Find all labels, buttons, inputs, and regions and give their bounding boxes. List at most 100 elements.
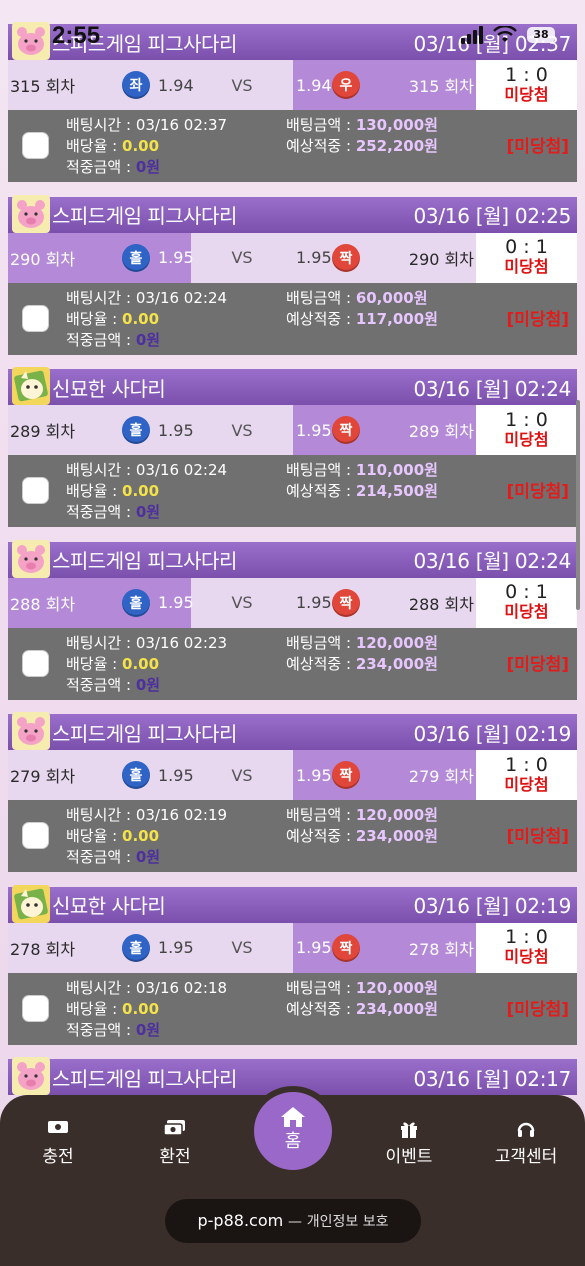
nav-charge-label: 충전 — [42, 1147, 74, 1167]
round-label: 290 회차 — [408, 249, 474, 269]
bet-detail-row: 배팅시간 : 03/16 02:23 배당율 : 0.00 적중금액 : 0원 배팅금… — [8, 627, 577, 700]
match-row: 278 회차 홀 1.95 VS 1.95 짝 278 회차 1 : 0 미당첨 — [8, 922, 577, 973]
pick-badge: 홀 — [122, 933, 150, 962]
bet-detail-right: 배팅금액 : 130,000원 예상적중 : 252,200원 — [286, 115, 438, 157]
vs-label: VS — [231, 420, 253, 440]
bet-status-badge: [미당첨] — [506, 827, 569, 847]
score: 1 : 0 — [505, 753, 548, 776]
game-date: 03/16 [월] 02:19 — [413, 721, 572, 746]
left-side-option[interactable]: 288 회차 홀 1.95 — [8, 577, 194, 628]
bet-status-badge: [미당첨] — [506, 309, 569, 330]
game-title: 신묘한 사다리 — [52, 376, 166, 401]
result-box: 1 : 0 미당첨 — [476, 405, 577, 455]
pick-badge: 좌 — [122, 71, 150, 99]
vs-label: VS — [231, 248, 253, 267]
win-label: 적중금액 : — [66, 330, 132, 349]
odds-value: 1.95 — [296, 593, 332, 612]
game-date: 03/16 [월] 02:37 — [413, 31, 572, 56]
bet-time-label: 배팅시간 : — [66, 806, 132, 824]
left-side-option[interactable]: 278 회차 홀 1.95 — [8, 923, 194, 973]
bet-card: 신묘한 사다리 03/16 [월] 02:19 278 회차 홀 1.95 VS 1.95 짝… — [8, 884, 577, 1045]
bet-detail-right: 배팅금액 : 120,000원 예상적중 : 234,000원 — [286, 805, 438, 847]
browser-url-bar[interactable]: p-p88.com — 개인정보 보호 — [165, 1199, 421, 1243]
left-side-option[interactable]: 290 회차 홀 1.95 — [8, 232, 194, 283]
right-side-option[interactable]: 1.95 짝 288 회차 — [293, 578, 476, 628]
card-header: 스피드게임 피그사다리 03/16 [월] 02:37 — [8, 22, 577, 60]
pig-avatar-icon — [12, 194, 50, 233]
expected-label: 예상적중 : — [286, 482, 352, 500]
bet-card: 스피드게임 피그사다리 03/16 [월] 02:25 290 회차 홀 1.95 VS 1… — [8, 194, 577, 355]
result-box: 1 : 0 미당첨 — [476, 750, 577, 800]
nav-support[interactable]: 고객센터 — [481, 1119, 571, 1167]
card-header: 스피드게임 피그사다리 03/16 [월] 02:19 — [8, 712, 577, 750]
scrollbar[interactable] — [576, 400, 580, 610]
select-checkbox[interactable] — [22, 994, 49, 1022]
bet-detail-row: 배팅시간 : 03/16 02:19 배당율 : 0.00 적중금액 : 0원 배팅금… — [8, 800, 577, 872]
win-label: 적중금액 : — [66, 1020, 132, 1039]
round-label: 290 회차 — [10, 249, 76, 269]
cat-avatar-icon — [12, 884, 50, 923]
vs-label: VS — [231, 75, 253, 95]
result-box: 0 : 1 미당첨 — [476, 232, 577, 283]
nav-event[interactable]: 이벤트 — [364, 1119, 454, 1167]
left-side-option[interactable]: 315 회차 좌 1.94 — [8, 60, 194, 110]
game-date: 03/16 [월] 02:24 — [413, 549, 572, 573]
round-label: 279 회차 — [10, 767, 76, 786]
right-side-option[interactable]: 1.95 짝 279 회차 — [293, 750, 476, 800]
right-side-option[interactable]: 1.94 우 315 회차 — [293, 60, 476, 110]
bet-time-label: 배팅시간 : — [66, 633, 132, 652]
rate-label: 배당율 : — [66, 137, 118, 155]
left-side-option[interactable]: 279 회차 홀 1.95 — [8, 750, 194, 800]
game-avatar — [12, 712, 50, 750]
money-exchange-icon — [130, 1119, 220, 1139]
nav-exchange[interactable]: 환전 — [130, 1119, 220, 1167]
result-box: 0 : 1 미당첨 — [476, 577, 577, 628]
game-avatar — [12, 22, 50, 60]
game-title: 스피드게임 피그사다리 — [52, 31, 237, 56]
odds-value: 1.95 — [158, 593, 194, 612]
bet-detail-left: 배팅시간 : 03/16 02:24 배당율 : 0.00 적중금액 : 0원 — [66, 460, 227, 523]
win-value: 0원 — [135, 848, 161, 866]
round-label: 288 회차 — [10, 594, 76, 614]
win-label: 적중금액 : — [66, 675, 132, 694]
right-side-option[interactable]: 1.95 짝 278 회차 — [293, 922, 476, 973]
headset-icon — [481, 1119, 571, 1139]
left-side-option[interactable]: 289 회차 홀 1.95 — [8, 405, 194, 455]
select-checkbox[interactable] — [22, 649, 49, 677]
select-checkbox[interactable] — [22, 822, 49, 849]
bet-detail-right: 배팅금액 : 120,000원 예상적중 : 234,000원 — [286, 978, 438, 1020]
nav-home-label: 홈 — [284, 1131, 302, 1152]
odds-value: 1.95 — [158, 938, 194, 957]
expected-value: 234,000원 — [355, 827, 438, 845]
nav-charge[interactable]: 충전 — [13, 1119, 103, 1167]
card-header: 스피드게임 피그사다리 03/16 [월] 02:25 — [8, 194, 577, 233]
select-checkbox[interactable] — [22, 477, 49, 504]
pig-avatar-icon — [12, 712, 50, 750]
bet-time-label: 배팅시간 : — [66, 978, 132, 997]
game-avatar — [12, 194, 50, 233]
rate-label: 배당율 : — [66, 482, 118, 500]
game-date: 03/16 [월] 02:25 — [413, 204, 572, 228]
round-label: 315 회차 — [408, 77, 474, 96]
game-avatar — [12, 884, 50, 923]
bet-status-badge: [미당첨] — [506, 999, 569, 1020]
pick-badge: 홀 — [122, 761, 150, 789]
round-label: 289 회차 — [10, 422, 76, 441]
select-checkbox[interactable] — [22, 132, 49, 159]
pig-avatar-icon — [12, 22, 50, 60]
win-value: 0원 — [135, 1020, 161, 1039]
vs-label: VS — [231, 938, 253, 957]
expected-value: 234,000원 — [355, 999, 438, 1018]
game-date: 03/16 [월] 02:24 — [413, 376, 572, 401]
game-avatar — [12, 367, 50, 405]
nav-exchange-label: 환전 — [159, 1147, 191, 1167]
amount-value: 110,000원 — [355, 461, 438, 479]
url-separator: — — [287, 1214, 302, 1230]
bet-detail-row: 배팅시간 : 03/16 02:24 배당율 : 0.00 적중금액 : 0원 배팅금… — [8, 455, 577, 527]
right-side-option[interactable]: 1.95 짝 290 회차 — [293, 233, 476, 283]
right-side-option[interactable]: 1.95 짝 289 회차 — [293, 405, 476, 455]
score: 1 : 0 — [505, 63, 548, 86]
nav-home-button[interactable]: 홈 — [248, 1086, 338, 1176]
amount-label: 배팅금액 : — [286, 633, 352, 652]
select-checkbox[interactable] — [22, 304, 49, 332]
